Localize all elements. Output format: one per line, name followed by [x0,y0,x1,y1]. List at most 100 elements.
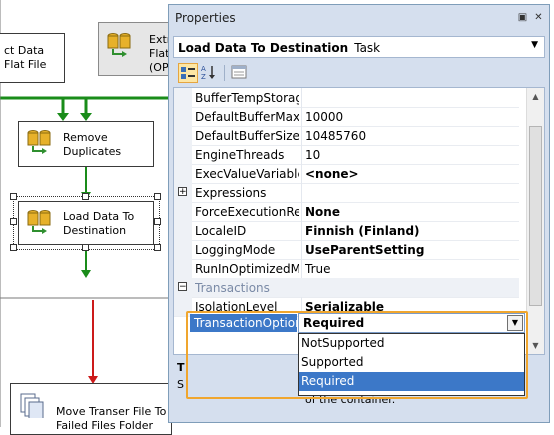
object-type: Task [354,41,381,55]
property-row[interactable]: LocaleID Finnish (Finland) [174,221,519,241]
connector-arrowhead [80,113,92,121]
option-required[interactable]: Required [299,372,524,391]
task-label: Remove Duplicates [63,131,122,158]
task-remove-duplicates[interactable]: Remove Duplicates [18,121,154,167]
column-separator [301,88,302,107]
object-name: Load Data To Destination Task [178,41,380,55]
property-row[interactable]: BufferTempStorage [174,88,519,108]
connector-arrowhead [81,270,91,278]
object-name-text: Load Data To Destination [178,41,349,55]
task-extract-flat-file-2[interactable]: Extr Flat (OP [98,22,175,76]
chevron-down-icon[interactable]: ▼ [531,40,538,50]
file-system-task-icon [20,393,44,418]
property-name: ForceExecutionResu [195,205,299,219]
row-gutter [174,202,192,221]
object-selector[interactable]: Load Data To Destination Task ▼ [173,36,545,58]
property-row[interactable]: DefaultBufferSize 10485760 [174,126,519,146]
task-move-transfer-file[interactable]: Move Transer File To Failed Files Folder [10,383,172,435]
column-separator [301,259,302,278]
option-not-supported[interactable]: NotSupported [299,334,524,353]
property-value[interactable]: <none> [305,167,359,181]
resize-handle[interactable] [154,244,161,251]
row-gutter [174,126,192,145]
option-supported[interactable]: Supported [299,353,524,372]
chevron-down-icon[interactable]: ▼ [507,315,523,331]
toolbar-separator [224,65,225,81]
scroll-thumb[interactable] [529,126,542,306]
column-separator [301,202,302,221]
property-pages-button[interactable] [230,63,250,83]
property-row[interactable]: EngineThreads 10 [174,145,519,165]
column-separator [301,240,302,259]
property-name: BufferTempStorage [195,91,299,105]
row-gutter [174,88,192,107]
property-row[interactable]: DefaultBufferMaxRc 10000 [174,107,519,127]
expand-icon[interactable]: + [178,187,187,197]
column-separator [301,126,302,145]
svg-text:A: A [201,65,206,73]
transaction-option-dropdown: NotSupported Supported Required [298,333,525,396]
alphabetical-button[interactable]: A Z [200,63,220,83]
property-value[interactable]: 10000 [305,110,343,124]
close-icon[interactable]: ✕ [533,13,544,24]
column-separator [301,145,302,164]
scroll-down-icon[interactable]: ▼ [527,337,544,354]
task-label: ct Data Flat File [4,44,47,71]
property-value[interactable]: None [305,205,340,219]
property-name: LocaleID [195,224,247,238]
task-load-data-to-destination[interactable]: Load Data To Destination [18,201,154,245]
vertical-scrollbar[interactable]: ▲ ▼ [526,88,544,354]
alphabetical-sort-icon: A Z [201,65,215,81]
row-gutter [174,107,192,126]
property-row[interactable]: LoggingMode UseParentSetting [174,240,519,260]
selected-value: Required [303,316,365,330]
collapse-icon[interactable]: − [178,282,187,292]
resize-handle[interactable] [154,218,161,225]
data-flow-task-icon [27,130,51,154]
pin-icon[interactable]: ▣ [517,13,528,24]
column-separator [301,164,302,183]
resize-handle[interactable] [82,193,89,200]
data-flow-task-icon [27,210,51,234]
row-gutter [174,259,192,278]
column-separator [301,221,302,240]
task-extract-flat-file[interactable]: ct Data Flat File [0,33,65,83]
property-pages-icon [231,65,247,79]
property-value[interactable]: 10485760 [305,129,366,143]
column-separator [301,183,302,202]
property-value[interactable]: UseParentSetting [305,243,424,257]
property-row[interactable]: ForceExecutionResu None [174,202,519,222]
properties-toolbar: A Z [173,62,545,86]
property-name: ExecValueVariable [195,167,299,181]
categorized-button[interactable] [178,63,198,83]
resize-handle[interactable] [82,244,89,251]
task-label: Load Data To Destination [63,210,135,237]
description-title: T [177,361,185,374]
category-row-transactions[interactable]: − Transactions [174,278,519,298]
property-value[interactable]: True [305,262,331,276]
property-name: DefaultBufferSize [195,129,299,143]
resize-handle[interactable] [154,193,161,200]
property-row[interactable]: ExecValueVariable <none> [174,164,519,184]
property-row[interactable]: + Expressions [174,183,519,203]
property-name: DefaultBufferMaxRc [195,110,299,124]
row-gutter [174,164,192,183]
property-name-transaction-option[interactable]: TransactionOption [190,314,297,332]
property-name: LoggingMode [195,243,276,257]
transaction-option-select[interactable]: Required ▼ [298,313,525,333]
resize-handle[interactable] [10,244,17,251]
connector-arrowhead [57,113,69,121]
resize-handle[interactable] [10,193,17,200]
row-gutter [174,221,192,240]
properties-title: Properties [175,11,236,25]
category-name: Transactions [195,281,270,295]
property-name: RunInOptimizedMo [195,262,299,276]
property-value[interactable]: Finnish (Finland) [305,224,420,238]
scroll-up-icon[interactable]: ▲ [527,88,544,105]
property-name: Expressions [195,186,267,200]
row-gutter [174,240,192,259]
property-value[interactable]: 10 [305,148,320,162]
row-gutter [174,145,192,164]
property-row[interactable]: RunInOptimizedMo True [174,259,519,279]
resize-handle[interactable] [10,218,17,225]
